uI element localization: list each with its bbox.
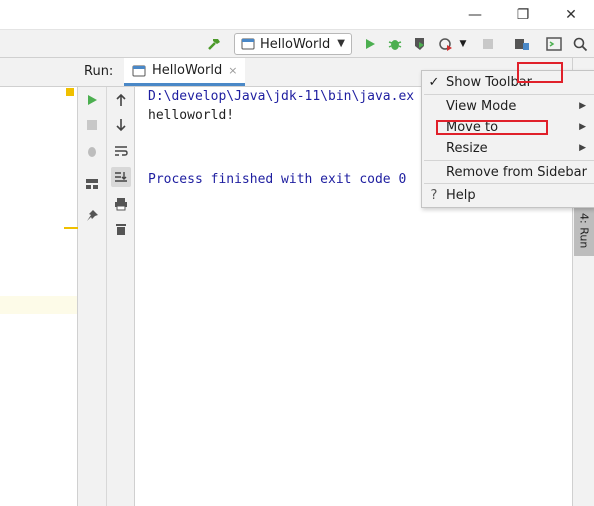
print-button[interactable] [111, 194, 131, 214]
highlight-box-settings [517, 62, 563, 83]
coverage-icon [415, 38, 424, 50]
menu-item-label: Help [446, 187, 476, 203]
run-button[interactable] [360, 34, 380, 54]
pin-icon [87, 210, 98, 221]
menu-item-remove-from-sidebar[interactable]: Remove from Sidebar [422, 161, 594, 183]
clear-all-button[interactable] [111, 219, 131, 239]
run-tool-window-label: 4: Run [577, 213, 591, 249]
terminal-icon [546, 37, 562, 51]
profile-dropdown[interactable]: ▼ [456, 34, 470, 54]
editor-area [0, 58, 78, 506]
stop-button[interactable] [82, 115, 102, 135]
minimize-button[interactable]: — [452, 0, 498, 29]
debug-button[interactable] [385, 34, 405, 54]
run-actions-toolbar [78, 87, 107, 506]
stop-icon [87, 120, 97, 130]
tool-window-context-menu: ✓ Show Toolbar View Mode ▶ Move to ▶ Res… [421, 70, 594, 208]
profile-button[interactable] [436, 34, 456, 54]
project-structure-icon [515, 39, 529, 50]
console-line-exit: Process finished with exit code 0 [148, 172, 407, 187]
main-toolbar: HelloWorld ▼ ▼ [0, 29, 594, 58]
highlight-box-move-to [436, 120, 548, 135]
check-icon: ✓ [428, 74, 440, 90]
attach-debugger-button[interactable] [82, 141, 102, 161]
chevron-down-icon: ▼ [337, 38, 345, 49]
stop-button[interactable] [478, 34, 498, 54]
menu-item-resize[interactable]: Resize ▶ [422, 137, 594, 159]
hammer-icon [208, 39, 220, 50]
profile-icon [439, 38, 452, 51]
run-configuration-select[interactable]: HelloWorld ▼ [234, 33, 352, 55]
submenu-arrow-icon: ▶ [579, 122, 586, 132]
maximize-button[interactable]: ❐ [500, 0, 546, 29]
chevron-down-icon: ▼ [459, 39, 467, 49]
debug-icon [388, 40, 402, 50]
run-tab-helloworld[interactable]: HelloWorld × [124, 58, 246, 86]
project-structure-button[interactable] [512, 34, 532, 54]
current-line-highlight [0, 296, 77, 314]
warning-marker[interactable] [66, 88, 74, 96]
layout-icon [86, 179, 98, 189]
title-bar: — ❐ ✕ [0, 0, 594, 29]
soft-wrap-icon [115, 146, 128, 156]
stop-icon [483, 39, 493, 49]
menu-item-label: Resize [446, 140, 488, 156]
trash-icon [116, 224, 126, 235]
build-button[interactable] [204, 34, 224, 54]
submenu-arrow-icon: ▶ [579, 101, 586, 111]
console-actions-toolbar [107, 87, 135, 506]
menu-item-label: View Mode [446, 98, 517, 114]
console-line-output: helloworld! [148, 108, 235, 123]
submenu-arrow-icon: ▶ [579, 143, 586, 153]
menu-item-show-toolbar[interactable]: ✓ Show Toolbar [422, 71, 594, 93]
print-icon [115, 198, 127, 211]
scroll-to-end-icon [115, 172, 127, 182]
search-icon [573, 37, 587, 51]
bug-icon [88, 147, 96, 157]
run-config-icon [241, 37, 255, 51]
scroll-up-button[interactable] [111, 90, 131, 110]
menu-item-view-mode[interactable]: View Mode ▶ [422, 95, 594, 117]
run-panel-title: Run: [84, 64, 114, 79]
minimize-icon: — [468, 6, 482, 23]
close-button[interactable]: ✕ [548, 0, 594, 29]
search-button[interactable] [570, 34, 590, 54]
coverage-button[interactable] [410, 34, 430, 54]
sidebar-item-run[interactable]: 4: Run [574, 206, 594, 256]
run-icon [88, 95, 97, 105]
close-icon: ✕ [565, 6, 577, 23]
scroll-down-button[interactable] [111, 115, 131, 135]
run-tab-label: HelloWorld [152, 63, 223, 78]
terminal-button[interactable] [544, 34, 564, 54]
arrow-up-icon [116, 93, 126, 106]
rerun-button[interactable] [82, 90, 102, 110]
scroll-to-end-button[interactable] [111, 167, 131, 187]
arrow-down-icon [116, 119, 126, 132]
run-config-label: HelloWorld [260, 36, 331, 52]
run-icon [366, 39, 375, 49]
pin-tab-button[interactable] [82, 206, 102, 226]
run-config-icon [132, 64, 146, 78]
restore-icon: ❐ [516, 6, 530, 23]
console-line-command: D:\develop\Java\jdk-11\bin\java.ex [148, 89, 415, 104]
line-marker [64, 227, 78, 229]
soft-wrap-button[interactable] [111, 141, 131, 161]
close-icon[interactable]: × [228, 64, 237, 77]
menu-item-label: Remove from Sidebar [446, 164, 587, 180]
editor-tab-bar [0, 58, 78, 87]
layout-button[interactable] [82, 174, 102, 194]
help-icon: ? [430, 187, 438, 203]
menu-item-help[interactable]: ? Help [422, 184, 594, 206]
